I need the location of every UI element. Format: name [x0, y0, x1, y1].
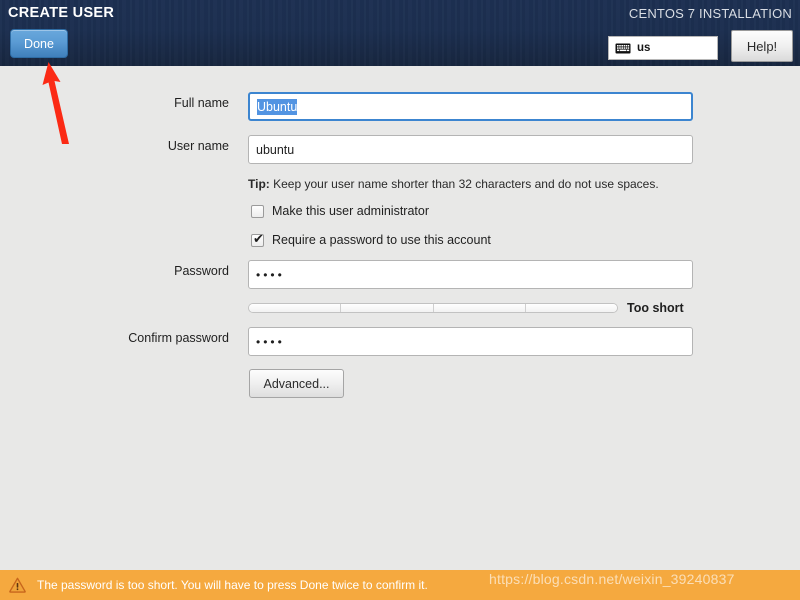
product-title: CENTOS 7 INSTALLATION	[628, 6, 792, 21]
keyboard-icon	[615, 43, 631, 53]
password-strength-bar	[248, 303, 618, 313]
full-name-label: Full name	[174, 96, 229, 110]
keyboard-layout-label: us	[637, 42, 651, 54]
strength-segment	[433, 304, 526, 312]
strength-segment	[341, 304, 434, 312]
require-password-checkbox-row[interactable]: ✔ Require a password to use this account	[251, 230, 491, 247]
full-name-value: Ubuntu	[257, 98, 298, 115]
user-name-value: ubuntu	[256, 142, 295, 157]
password-strength-label: Too short	[627, 301, 684, 315]
require-password-label: Require a password to use this account	[272, 233, 491, 247]
make-admin-checkbox-row[interactable]: Make this user administrator	[251, 204, 429, 218]
help-button-label: Help!	[746, 38, 778, 54]
advanced-button[interactable]: Advanced...	[249, 369, 344, 398]
strength-segment	[249, 304, 342, 312]
keyboard-layout-indicator[interactable]: us	[608, 36, 718, 60]
checkbox-tick-icon: ✔	[253, 230, 264, 246]
done-button-label: Done	[24, 36, 54, 51]
help-button[interactable]: Help!	[731, 30, 793, 62]
strength-segment	[525, 304, 617, 312]
confirm-password-input[interactable]: ••••	[248, 327, 693, 356]
user-name-label: User name	[167, 139, 229, 153]
require-password-checkbox[interactable]: ✔	[251, 230, 264, 247]
password-label: Password	[174, 264, 229, 278]
password-input[interactable]: ••••	[248, 260, 693, 289]
advanced-button-label: Advanced...	[263, 376, 330, 391]
tip-text: Keep your user name shorter than 32 char…	[273, 177, 659, 191]
warning-triangle-icon	[9, 577, 26, 593]
password-value: ••••	[256, 267, 285, 282]
done-button[interactable]: Done	[10, 29, 68, 58]
password-strength-meter: Too short	[248, 301, 684, 315]
warning-message: The password is too short. You will have…	[37, 578, 428, 592]
full-name-input[interactable]: Ubuntu	[248, 92, 693, 121]
watermark-text: https://blog.csdn.net/weixin_39240837	[489, 571, 735, 587]
confirm-password-label: Confirm password	[128, 331, 229, 345]
tip-prefix: Tip:	[248, 177, 270, 191]
make-admin-label: Make this user administrator	[272, 204, 430, 218]
user-name-tip: Tip: Keep your user name shorter than 32…	[248, 177, 659, 191]
make-admin-checkbox[interactable]	[251, 204, 264, 218]
user-name-input[interactable]: ubuntu	[248, 135, 693, 164]
page-title: CREATE USER	[8, 5, 115, 21]
confirm-password-value: ••••	[256, 334, 285, 349]
